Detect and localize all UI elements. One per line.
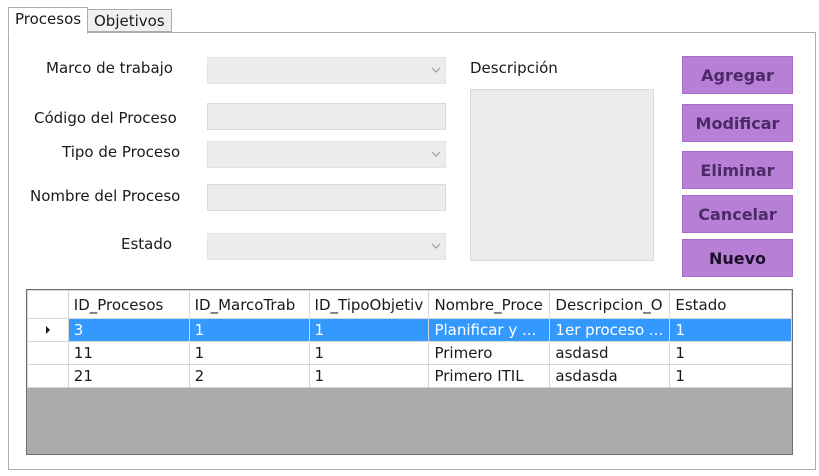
descripcion-label: Descripción <box>470 59 558 77</box>
table-cell[interactable]: 1 <box>308 318 430 342</box>
table-row[interactable]: 11 1 1 Primero asdasd 1 <box>27 341 792 365</box>
column-header[interactable]: ID_TipoObjetiv <box>308 290 430 319</box>
estado-select[interactable] <box>207 233 446 260</box>
codigo-field[interactable] <box>207 103 446 130</box>
row-header[interactable] <box>27 341 69 365</box>
column-header[interactable]: ID_Procesos <box>67 290 190 319</box>
cancelar-button[interactable]: Cancelar <box>682 195 793 233</box>
tipo-label: Tipo de Proceso <box>62 143 181 161</box>
table-cell[interactable]: 1 <box>308 341 430 365</box>
table-cell[interactable]: 1 <box>669 364 792 388</box>
table-cell[interactable]: 21 <box>67 364 190 388</box>
table-cell[interactable]: Primero ITIL <box>428 364 551 388</box>
table-cell[interactable]: 2 <box>188 364 310 388</box>
row-header[interactable] <box>27 364 69 388</box>
tipo-select[interactable] <box>207 141 446 168</box>
tab-objetivos[interactable]: Objetivos <box>87 9 172 32</box>
tab-procesos[interactable]: Procesos <box>8 7 89 34</box>
column-header[interactable]: ID_MarcoTrab <box>188 290 310 319</box>
table-cell[interactable]: 1 <box>669 318 792 342</box>
row-header[interactable] <box>27 318 69 342</box>
table-cell[interactable]: Planificar y ... <box>428 318 551 342</box>
column-header[interactable]: Descripcion_O <box>549 290 671 319</box>
column-header[interactable]: Nombre_Proce <box>428 290 551 319</box>
table-row[interactable]: 21 2 1 Primero ITIL asdasda 1 <box>27 364 792 388</box>
table-cell[interactable]: 1 <box>188 318 310 342</box>
table-cell[interactable]: 11 <box>67 341 190 365</box>
table-row[interactable]: 3 1 1 Planificar y ... 1er proceso ... 1 <box>27 318 792 342</box>
nuevo-button[interactable]: Nuevo <box>682 239 793 277</box>
table-cell[interactable]: Primero <box>428 341 551 365</box>
nombre-label: Nombre del Proceso <box>30 187 181 205</box>
grid-header-row: ID_Procesos ID_MarcoTrab ID_TipoObjetiv … <box>27 290 792 319</box>
estado-label: Estado <box>121 235 173 253</box>
table-cell[interactable]: asdasd <box>549 341 671 365</box>
table-cell[interactable]: 1 <box>188 341 310 365</box>
table-cell[interactable]: asdasda <box>549 364 671 388</box>
table-cell[interactable]: 1er proceso ... <box>549 318 671 342</box>
marco-label: Marco de trabajo <box>46 59 173 77</box>
chevron-down-icon <box>431 151 441 157</box>
nombre-field[interactable] <box>207 184 446 211</box>
row-indicator-icon <box>45 326 50 334</box>
marco-select[interactable] <box>207 57 446 84</box>
chevron-down-icon <box>431 67 441 73</box>
table-cell[interactable]: 1 <box>308 364 430 388</box>
agregar-button[interactable]: Agregar <box>682 56 793 94</box>
codigo-label: Código del Proceso <box>34 109 177 127</box>
grid-corner <box>27 290 69 319</box>
table-cell[interactable]: 3 <box>67 318 190 342</box>
column-header[interactable]: Estado <box>669 290 792 319</box>
chevron-down-icon <box>431 243 441 249</box>
table-cell[interactable]: 1 <box>669 341 792 365</box>
descripcion-textarea[interactable] <box>470 89 654 261</box>
grid-table: ID_Procesos ID_MarcoTrab ID_TipoObjetiv … <box>27 290 792 388</box>
modificar-button[interactable]: Modificar <box>682 104 793 142</box>
procesos-grid[interactable]: ID_Procesos ID_MarcoTrab ID_TipoObjetiv … <box>26 289 793 455</box>
eliminar-button[interactable]: Eliminar <box>682 151 793 189</box>
